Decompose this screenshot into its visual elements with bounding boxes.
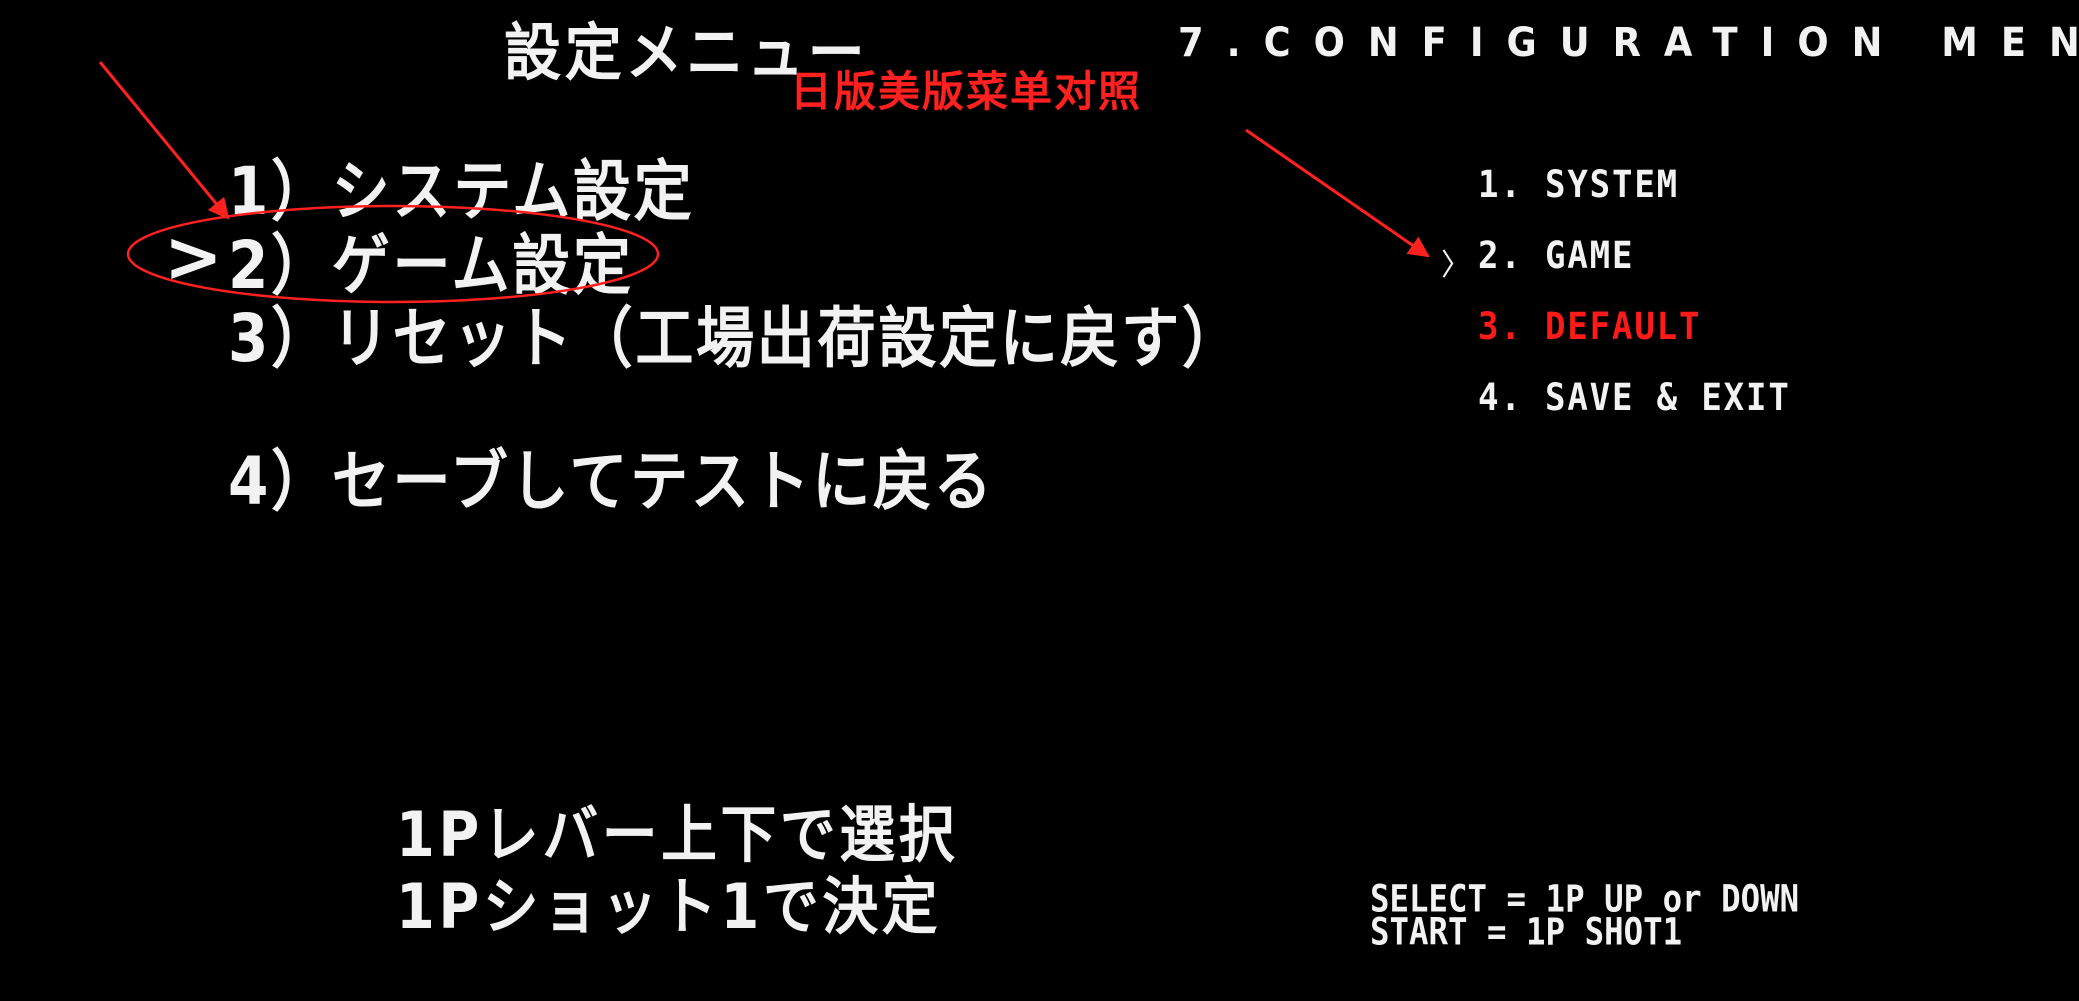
annotation-ellipse — [126, 204, 660, 304]
annotation-overlay — [98, 61, 1430, 304]
annotation-arrow-right — [1245, 128, 1430, 258]
annotation-arrow-left — [98, 61, 230, 220]
